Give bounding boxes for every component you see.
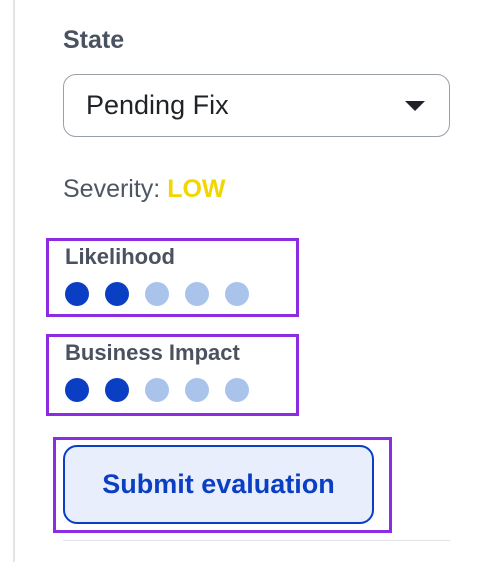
likelihood-dot-3[interactable] — [145, 282, 169, 306]
left-border — [13, 0, 15, 562]
likelihood-label: Likelihood — [65, 244, 175, 269]
business-impact-label: Business Impact — [65, 340, 240, 365]
business-impact-rating: Business Impact — [46, 334, 299, 416]
business-impact-dot-1[interactable] — [65, 378, 89, 402]
severity-value: LOW — [167, 175, 226, 203]
likelihood-dot-1[interactable] — [65, 282, 89, 306]
likelihood-dots — [65, 282, 249, 306]
submit-evaluation-button[interactable]: Submit evaluation — [63, 445, 374, 524]
business-impact-dot-5[interactable] — [225, 378, 249, 402]
business-impact-dot-4[interactable] — [185, 378, 209, 402]
state-select[interactable]: Pending Fix — [63, 74, 450, 137]
business-impact-dots — [65, 378, 249, 402]
business-impact-dot-2[interactable] — [105, 378, 129, 402]
likelihood-rating: Likelihood — [46, 238, 299, 317]
severity-line: Severity: LOW — [63, 175, 226, 204]
chevron-down-icon[interactable] — [405, 101, 425, 111]
state-label: State — [63, 26, 125, 54]
likelihood-dot-5[interactable] — [225, 282, 249, 306]
business-impact-dot-3[interactable] — [145, 378, 169, 402]
state-select-value: Pending Fix — [86, 90, 229, 120]
likelihood-dot-4[interactable] — [185, 282, 209, 306]
severity-label: Severity: — [63, 175, 161, 203]
divider — [63, 540, 450, 541]
likelihood-dot-2[interactable] — [105, 282, 129, 306]
